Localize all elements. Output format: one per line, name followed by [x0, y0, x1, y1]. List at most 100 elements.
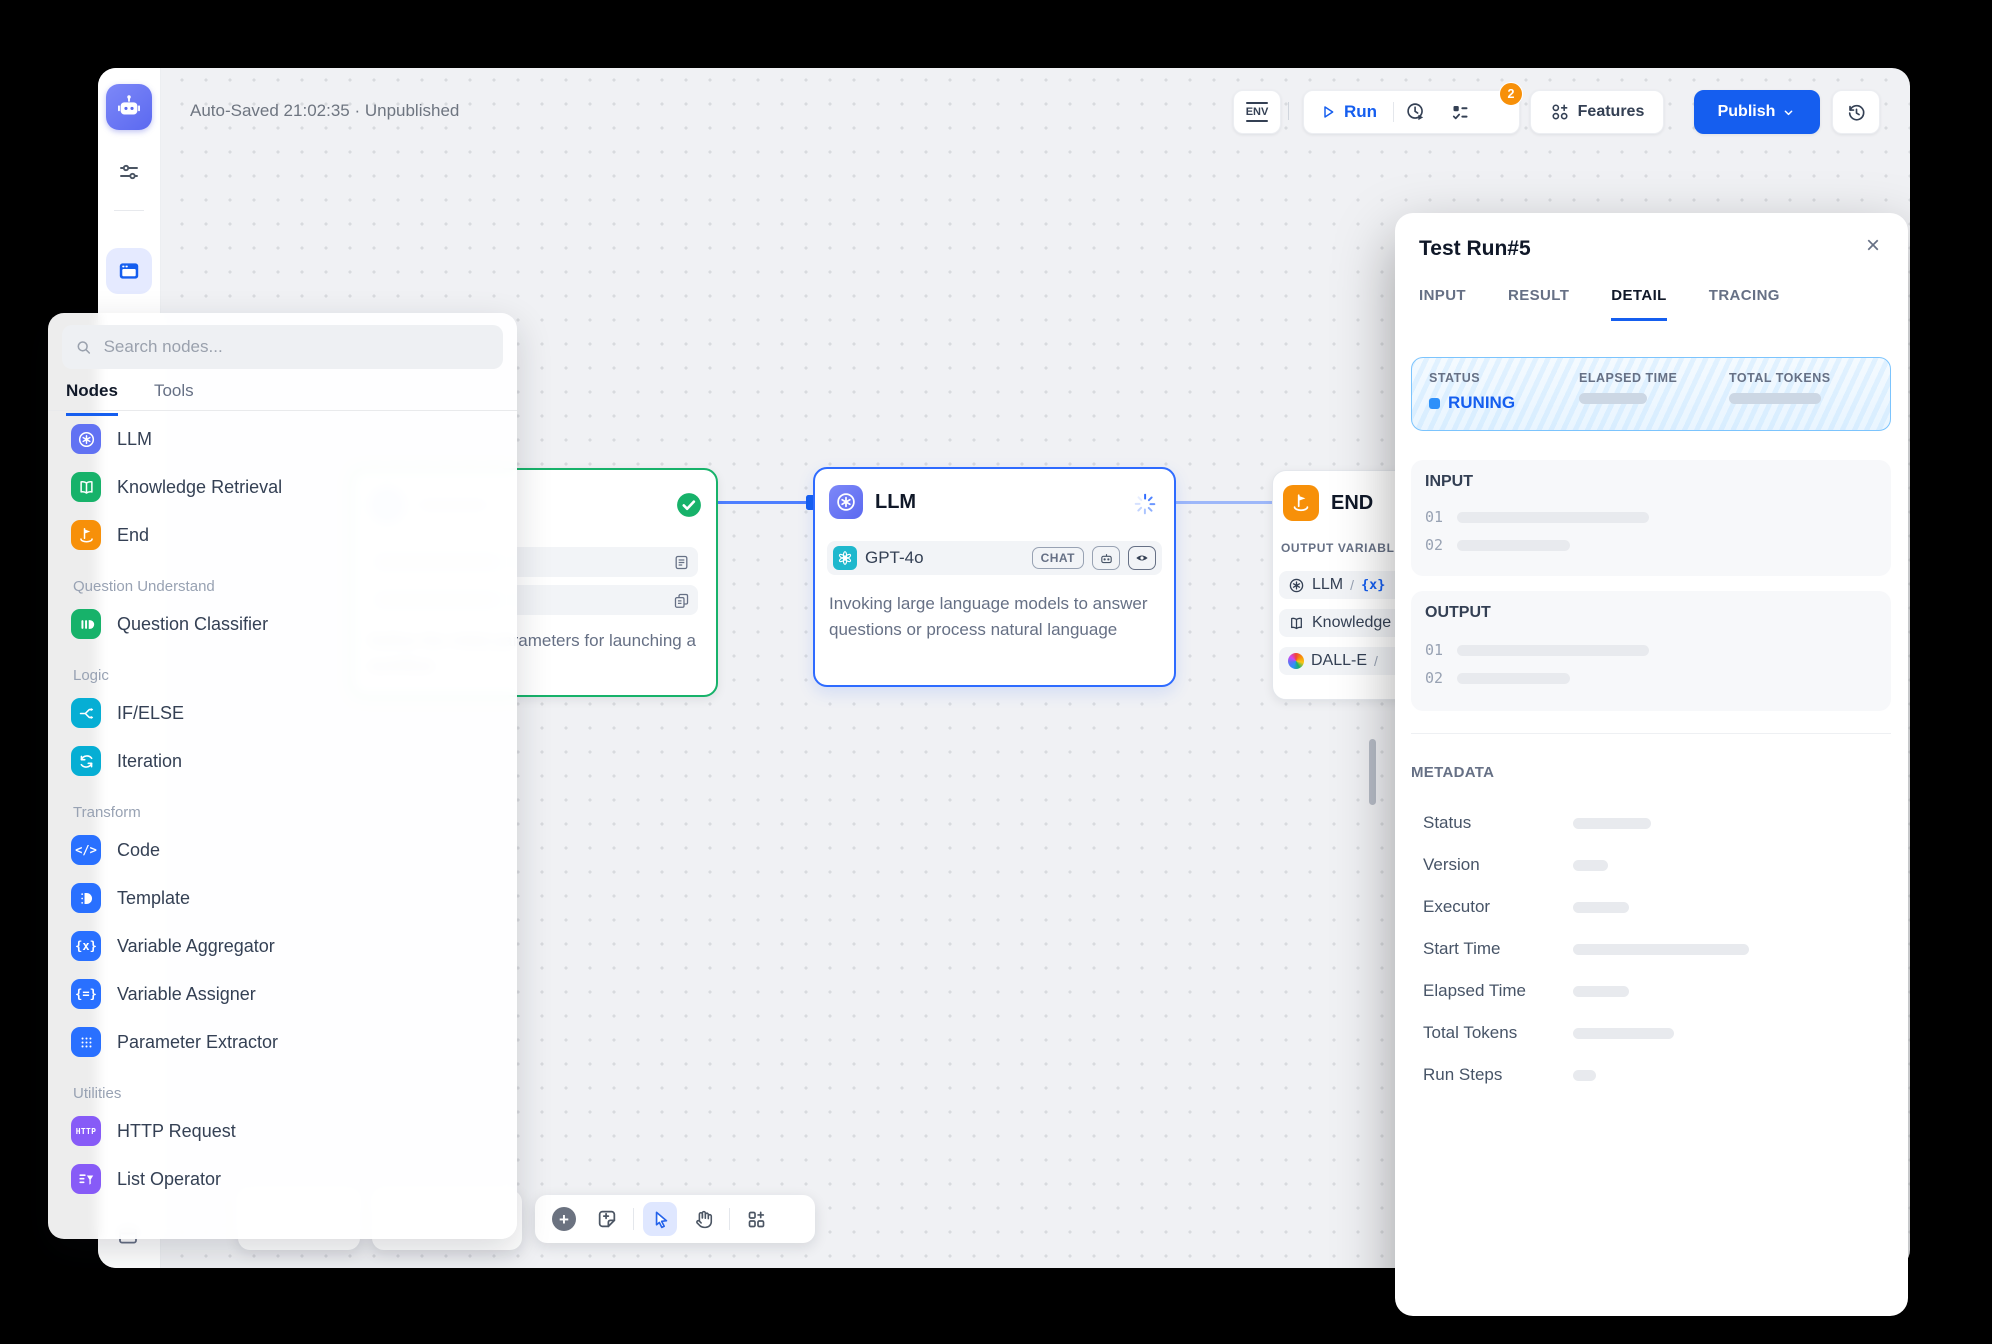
node-item-knowledge-retrieval[interactable]: Knowledge Retrieval: [62, 463, 503, 511]
input-line-skeleton: [1457, 512, 1649, 523]
list-icon: [71, 1164, 101, 1194]
note-add-icon: [596, 1208, 618, 1230]
llm-icon: [71, 424, 101, 454]
status-value: RUNING: [1448, 393, 1515, 413]
llm-model-name: GPT-4o: [865, 548, 1024, 568]
organize-tool[interactable]: [739, 1202, 773, 1236]
meta-skeleton: [1573, 986, 1629, 997]
add-note-button[interactable]: [590, 1202, 624, 1236]
book-icon: [1288, 615, 1305, 632]
input-line-skeleton: [1457, 540, 1570, 551]
add-node-button[interactable]: +: [547, 1202, 581, 1236]
window-icon[interactable]: [106, 248, 152, 294]
output-line-skeleton: [1457, 645, 1649, 656]
tab-detail[interactable]: DETAIL: [1611, 287, 1666, 321]
iteration-icon: [71, 746, 101, 776]
hand-icon: [693, 1209, 714, 1230]
node-list: LLM Knowledge Retrieval End Question Und…: [62, 415, 503, 1203]
meta-skeleton: [1573, 818, 1651, 829]
total-tokens-label: TOTAL TOKENS: [1729, 371, 1831, 385]
features-button[interactable]: Features: [1530, 90, 1664, 134]
openai-icon: [833, 546, 857, 570]
variable-aggregator-icon: {x}: [71, 931, 101, 961]
node-item-parameter-extractor[interactable]: Parameter Extractor: [62, 1018, 503, 1066]
node-item-template[interactable]: Template: [62, 874, 503, 922]
llm-node-title: LLM: [875, 491, 916, 514]
end-node-title: END: [1331, 492, 1373, 515]
dots-icon: [71, 1027, 101, 1057]
node-item-iteration[interactable]: Iteration: [62, 737, 503, 785]
llm-icon: [1288, 577, 1305, 594]
select-tool[interactable]: [643, 1202, 677, 1236]
search-icon: [75, 338, 93, 357]
chevron-down-icon: [1781, 105, 1796, 120]
meta-skeleton: [1573, 944, 1749, 955]
play-icon: [1320, 104, 1336, 120]
meta-label: Start Time: [1423, 939, 1573, 959]
checklist-badge: 2: [1499, 82, 1523, 106]
pan-tool[interactable]: [686, 1202, 720, 1236]
clock-play-icon: [1405, 101, 1427, 123]
publish-button[interactable]: Publish: [1694, 90, 1820, 134]
variable-assigner-icon: {=}: [71, 979, 101, 1009]
node-search-panel: Nodes Tools LLM Knowledge Retrieval: [48, 313, 517, 1239]
meta-label: Status: [1423, 813, 1573, 833]
tab-tracing[interactable]: TRACING: [1709, 287, 1780, 321]
node-item-llm[interactable]: LLM: [62, 415, 503, 463]
spinner-icon: [1132, 491, 1158, 517]
doc-icon: [673, 554, 690, 571]
flag-icon: [1283, 485, 1319, 521]
node-item-question-classifier[interactable]: Question Classifier: [62, 600, 503, 648]
node-item-code[interactable]: </> Code: [62, 826, 503, 874]
code-icon: </>: [71, 835, 101, 865]
tokens-skeleton: [1729, 393, 1821, 404]
meta-label: Elapsed Time: [1423, 981, 1573, 1001]
test-run-panel: Test Run#5 × INPUT RESULT DETAIL TRACING…: [1395, 213, 1908, 1316]
node-item-if-else[interactable]: IF/ELSE: [62, 689, 503, 737]
checklist-button[interactable]: [1438, 91, 1482, 133]
meta-label: Version: [1423, 855, 1573, 875]
section-logic: Logic: [62, 661, 503, 689]
node-item-variable-aggregator[interactable]: {x} Variable Aggregator: [62, 922, 503, 970]
meta-label: Total Tokens: [1423, 1023, 1573, 1043]
test-run-tabs: INPUT RESULT DETAIL TRACING: [1419, 287, 1780, 321]
llm-icon: [829, 485, 863, 519]
meta-skeleton: [1573, 1028, 1674, 1039]
node-item-http-request[interactable]: HTTP HTTP Request: [62, 1107, 503, 1155]
input-title: INPUT: [1425, 473, 1473, 491]
autosave-status: Auto-Saved 21:02:35 · Unpublished: [190, 101, 459, 121]
node-item-end[interactable]: End: [62, 511, 503, 559]
tab-result[interactable]: RESULT: [1508, 287, 1569, 321]
node-item-list-operator[interactable]: List Operator: [62, 1155, 503, 1203]
llm-model-selector[interactable]: GPT-4o CHAT: [827, 541, 1162, 575]
search-input[interactable]: [102, 336, 490, 358]
close-icon[interactable]: ×: [1858, 231, 1888, 261]
env-icon: ENV: [1246, 100, 1269, 125]
ifelse-icon: [71, 698, 101, 728]
sidebar-divider: [114, 210, 144, 211]
canvas-scrollbar[interactable]: [1369, 739, 1376, 805]
node-search-box[interactable]: [62, 325, 503, 369]
test-run-title: Test Run#5: [1419, 237, 1531, 261]
meta-skeleton: [1573, 1070, 1596, 1081]
eye-icon: [1128, 546, 1156, 570]
sliders-icon[interactable]: [117, 160, 141, 184]
canvas-toolbar: +: [535, 1195, 815, 1243]
llm-node[interactable]: LLM GPT-4o CHAT: [813, 467, 1176, 687]
http-icon: HTTP: [71, 1116, 101, 1146]
flag-icon: [71, 520, 101, 550]
robot-icon[interactable]: [106, 84, 152, 130]
tab-input[interactable]: INPUT: [1419, 287, 1466, 321]
history-button[interactable]: [1832, 90, 1880, 134]
meta-skeleton: [1573, 902, 1629, 913]
copy-icon: [673, 592, 690, 609]
meta-skeleton: [1573, 860, 1608, 871]
section-question-understand: Question Understand: [62, 572, 503, 600]
node-item-variable-assigner[interactable]: {=} Variable Assigner: [62, 970, 503, 1018]
checklist-icon: [1450, 102, 1471, 123]
env-button[interactable]: ENV: [1233, 90, 1281, 134]
check-icon: [676, 492, 702, 518]
run-button[interactable]: Run: [1304, 91, 1393, 133]
classifier-icon: [71, 609, 101, 639]
schedule-run-button[interactable]: [1394, 91, 1438, 133]
